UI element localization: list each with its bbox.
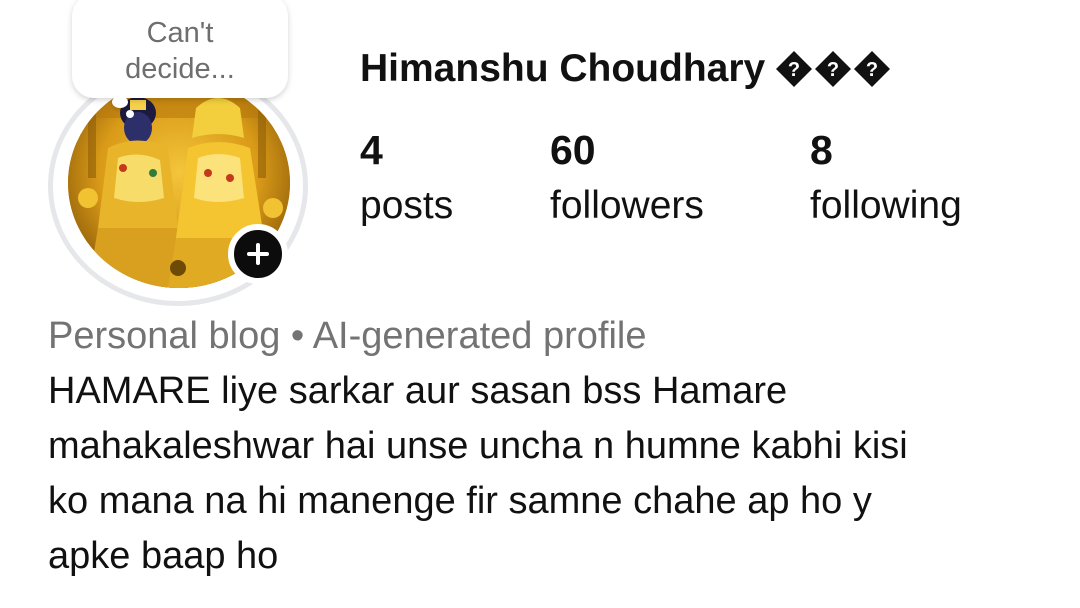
profile-bio: HAMARE liye sarkar aur sasan bss Hamare … (48, 364, 1048, 584)
note-bubble-tail (126, 110, 134, 118)
svg-text:?: ? (788, 59, 800, 81)
bio-line: HAMARE liye sarkar aur sasan bss Hamare (48, 370, 788, 412)
plus-icon (247, 243, 269, 265)
following-label: following (810, 184, 962, 227)
followers-label: followers (550, 184, 704, 227)
profile-name-row: Himanshu Choudhary ? ? ? (360, 44, 891, 94)
note-text-line: Can't (146, 17, 214, 49)
name-emoji-group: ? ? ? (775, 50, 891, 88)
note-bubble[interactable]: Can't decide... (72, 0, 288, 98)
following-stat[interactable]: 8 following (810, 124, 962, 232)
posts-stat[interactable]: 4 posts (360, 124, 453, 232)
svg-text:?: ? (827, 59, 839, 81)
posts-label: posts (360, 184, 454, 227)
bio-line: mahakaleshwar hai unse uncha n humne kab… (48, 425, 908, 467)
replacement-char-icon: ? (853, 50, 891, 88)
bio-line: apke baap ho (48, 535, 279, 577)
posts-count: 4 (360, 127, 383, 173)
followers-count: 60 (550, 127, 596, 173)
note-text-line: decide... (125, 53, 235, 85)
following-count: 8 (810, 127, 833, 173)
profile-header: Can't decide... Himanshu Choudhary ? ? ?… (0, 0, 1080, 608)
followers-stat[interactable]: 60 followers (550, 124, 704, 232)
profile-category: Personal blog • AI-generated profile (48, 315, 647, 357)
svg-text:?: ? (866, 59, 878, 81)
add-story-button[interactable] (228, 224, 288, 284)
bio-line: ko mana na hi manenge fir samne chahe ap… (48, 480, 872, 522)
replacement-char-icon: ? (814, 50, 852, 88)
profile-name: Himanshu Choudhary (360, 47, 766, 90)
note-bubble-tail (112, 96, 128, 108)
replacement-char-icon: ? (775, 50, 813, 88)
